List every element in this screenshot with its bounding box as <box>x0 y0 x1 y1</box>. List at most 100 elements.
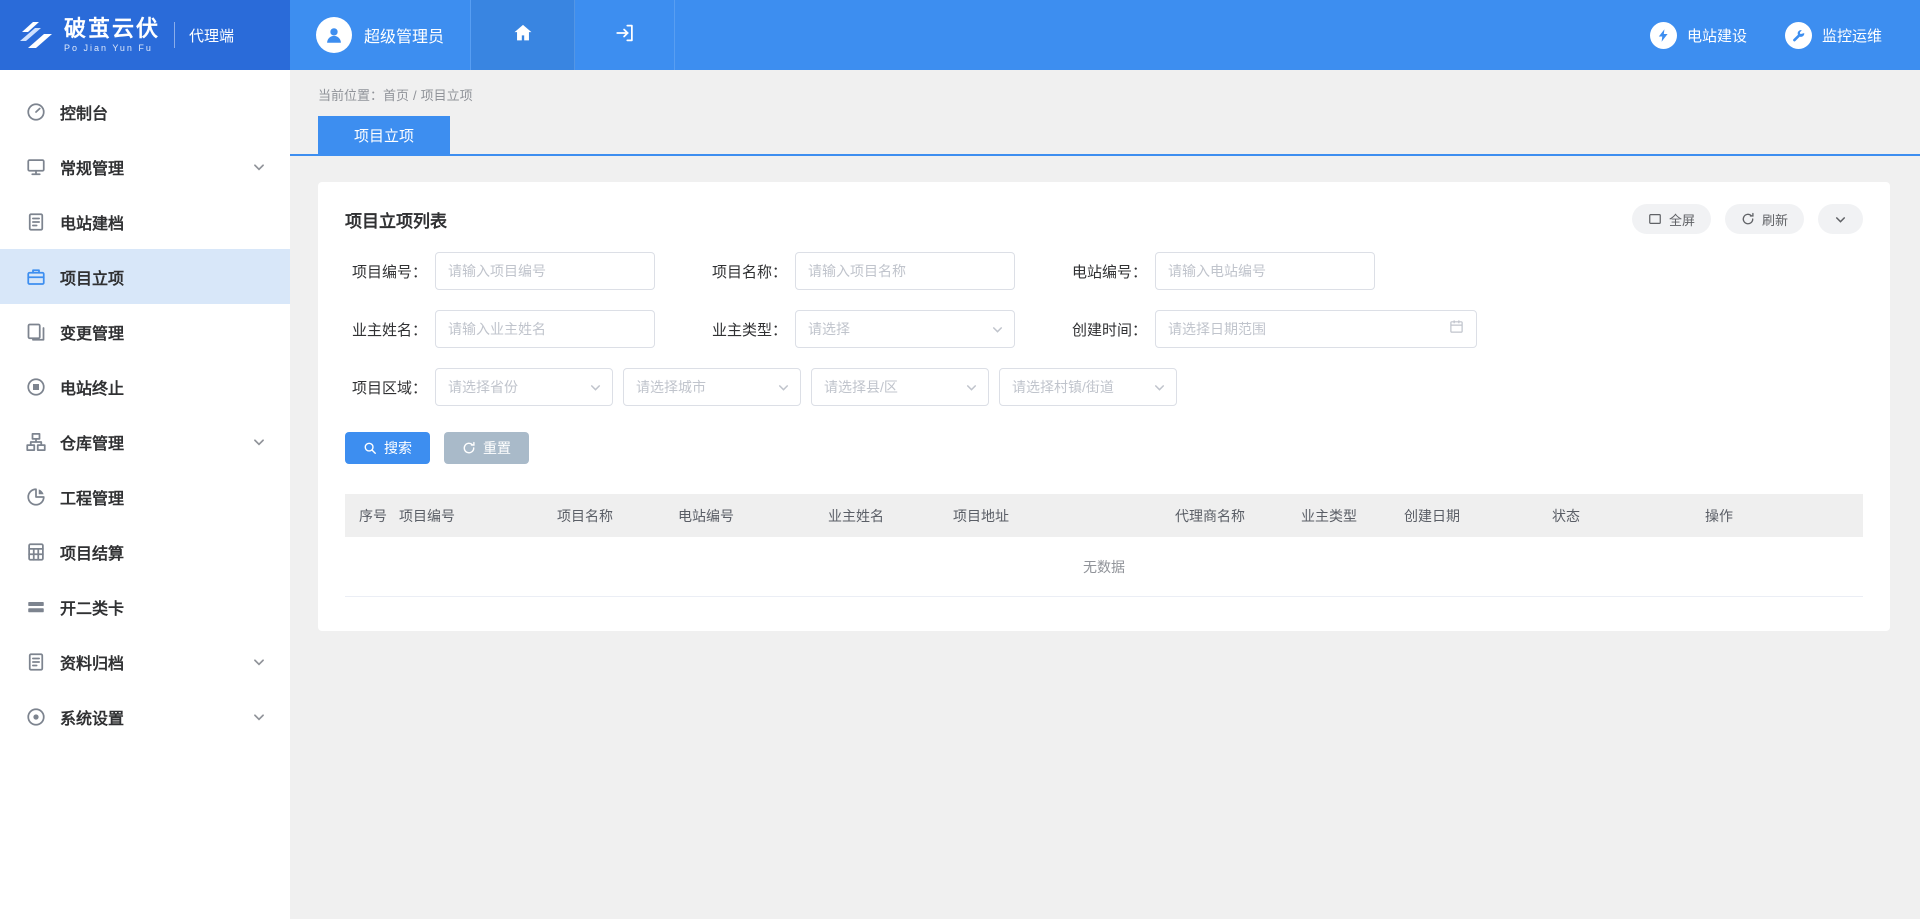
owner-name-input[interactable] <box>435 310 655 348</box>
owner-name-label: 业主姓名： <box>345 319 427 340</box>
sidebar-item-label: 项目立项 <box>60 265 266 289</box>
column-header-status: 状态 <box>1540 506 1693 526</box>
project-list-panel: 项目立项列表 全屏 刷新 <box>318 182 1890 631</box>
user-avatar-icon <box>316 17 352 53</box>
nav-station-build[interactable]: 电站建设 <box>1650 0 1747 70</box>
chevron-down-icon <box>777 381 790 394</box>
sidebar-item-project-settlement[interactable]: 项目结算 <box>0 524 290 579</box>
project-name-label: 项目名称： <box>705 261 787 282</box>
copy-icon <box>26 322 46 342</box>
chevron-down-icon <box>252 655 266 669</box>
sidebar-item-station-archive[interactable]: 电站建档 <box>0 194 290 249</box>
logout-button[interactable] <box>575 0 675 70</box>
search-button[interactable]: 搜索 <box>345 432 430 464</box>
column-header-create-date: 创建日期 <box>1392 506 1540 526</box>
province-select[interactable]: 请选择省份 <box>435 368 613 406</box>
sidebar-item-change-mgmt[interactable]: 变更管理 <box>0 304 290 359</box>
sidebar-item-system-settings[interactable]: 系统设置 <box>0 689 290 744</box>
fullscreen-label: 全屏 <box>1669 210 1695 229</box>
app-window: 破茧云伏 Po Jian Yun Fu 代理端 超级管理员 <box>0 0 1920 919</box>
sidebar-item-label: 项目结算 <box>60 540 266 564</box>
reset-button[interactable]: 重置 <box>444 432 529 464</box>
brand-logo-icon <box>18 21 54 49</box>
column-header-project-name: 项目名称 <box>545 506 666 526</box>
brand-subtitle: Po Jian Yun Fu <box>64 43 160 53</box>
sidebar-item-label: 变更管理 <box>60 320 266 344</box>
column-header-seq: 序号 <box>345 506 395 526</box>
city-select[interactable]: 请选择城市 <box>623 368 801 406</box>
home-icon <box>512 22 534 49</box>
create-time-placeholder: 请选择日期范围 <box>1168 319 1266 339</box>
project-table: 序号 项目编号 项目名称 电站编号 业主姓名 项目地址 代理商名称 业主类型 创… <box>345 494 1863 597</box>
wrench-icon <box>1785 22 1812 49</box>
sidebar-item-warehouse-mgmt[interactable]: 仓库管理 <box>0 414 290 469</box>
stop-circle-icon <box>26 377 46 397</box>
sidebar-item-data-archive[interactable]: 资料归档 <box>0 634 290 689</box>
pie-chart-icon <box>26 487 46 507</box>
chevron-down-icon <box>252 435 266 449</box>
city-placeholder: 请选择城市 <box>636 377 706 397</box>
logout-icon <box>614 22 636 49</box>
sidebar-item-label: 仓库管理 <box>60 430 252 454</box>
topbar-spacer <box>675 0 1650 70</box>
chevron-down-icon <box>252 710 266 724</box>
sidebar-item-open-card[interactable]: 开二类卡 <box>0 579 290 634</box>
sidebar-item-label: 系统设置 <box>60 705 252 729</box>
panel-tools: 全屏 刷新 <box>1632 204 1863 234</box>
breadcrumb-separator: / <box>413 88 417 103</box>
chevron-down-icon <box>589 381 602 394</box>
search-button-label: 搜索 <box>384 438 412 458</box>
sidebar-item-label: 电站终止 <box>60 375 266 399</box>
user-name: 超级管理员 <box>364 23 444 47</box>
owner-type-select[interactable]: 请选择 <box>795 310 1015 348</box>
refresh-button[interactable]: 刷新 <box>1725 204 1804 234</box>
column-header-actions: 操作 <box>1693 506 1863 526</box>
create-time-date-range-picker[interactable]: 请选择日期范围 <box>1155 310 1477 348</box>
fullscreen-button[interactable]: 全屏 <box>1632 204 1711 234</box>
panel-title: 项目立项列表 <box>345 207 447 232</box>
column-header-owner-name: 业主姓名 <box>816 506 941 526</box>
chevron-down-icon <box>1153 381 1166 394</box>
column-header-project-address: 项目地址 <box>941 506 1163 526</box>
sidebar-item-label: 常规管理 <box>60 155 252 179</box>
monitor-icon <box>26 157 46 177</box>
settings-icon <box>26 707 46 727</box>
brand-title: 破茧云伏 <box>64 17 160 41</box>
province-placeholder: 请选择省份 <box>448 377 518 397</box>
sidebar-item-label: 控制台 <box>60 100 266 124</box>
nav-monitor-ops[interactable]: 监控运维 <box>1785 0 1882 70</box>
breadcrumb-home-link[interactable]: 首页 <box>383 88 409 103</box>
sidebar-item-engineering-mgmt[interactable]: 工程管理 <box>0 469 290 524</box>
district-select[interactable]: 请选择县/区 <box>811 368 989 406</box>
sidebar: 控制台 常规管理 电站建档 项 <box>0 70 290 919</box>
lightning-icon <box>1650 22 1677 49</box>
sidebar-item-project-initiation[interactable]: 项目立项 <box>0 249 290 304</box>
project-no-label: 项目编号： <box>345 261 427 282</box>
station-no-label: 电站编号： <box>1065 261 1147 282</box>
main-content: 当前位置：首页/项目立项 项目立项 项目立项列表 全屏 刷新 <box>290 70 1920 919</box>
nav-station-build-label: 电站建设 <box>1687 25 1747 46</box>
current-user[interactable]: 超级管理员 <box>290 0 471 70</box>
home-button[interactable] <box>471 0 575 70</box>
project-name-input[interactable] <box>795 252 1015 290</box>
breadcrumb: 当前位置：首页/项目立项 <box>290 70 1920 116</box>
chevron-down-icon <box>991 323 1004 336</box>
collapse-button[interactable] <box>1818 204 1863 234</box>
sidebar-item-general-mgmt[interactable]: 常规管理 <box>0 139 290 194</box>
column-header-agent-name: 代理商名称 <box>1163 506 1289 526</box>
district-placeholder: 请选择县/区 <box>824 377 898 397</box>
sidebar-item-dashboard[interactable]: 控制台 <box>0 84 290 139</box>
chevron-down-icon <box>965 381 978 394</box>
tab-bar: 项目立项 <box>290 116 1920 156</box>
project-no-input[interactable] <box>435 252 655 290</box>
tab-project-initiation[interactable]: 项目立项 <box>318 116 450 154</box>
station-no-input[interactable] <box>1155 252 1375 290</box>
sidebar-item-station-terminate[interactable]: 电站终止 <box>0 359 290 414</box>
street-select[interactable]: 请选择村镇/街道 <box>999 368 1177 406</box>
sidebar-item-label: 电站建档 <box>60 210 266 234</box>
logo-area: 破茧云伏 Po Jian Yun Fu 代理端 <box>0 0 290 70</box>
region-label: 项目区域： <box>345 377 427 398</box>
sidebar-item-label: 资料归档 <box>60 650 252 674</box>
reset-button-label: 重置 <box>483 438 511 458</box>
card-icon <box>26 597 46 617</box>
